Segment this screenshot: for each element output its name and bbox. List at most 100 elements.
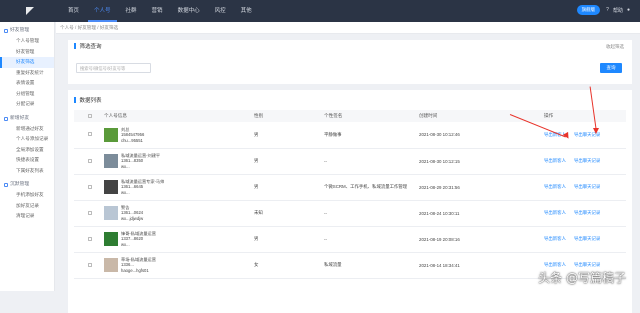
table-row[interactable]: 刘总1584547956chu...95551男平静做事2021-08-30 1… (74, 122, 626, 148)
help-icon[interactable]: ? (606, 7, 609, 13)
top-navbar: 首页个人号社群营销数据中心风控其他 旗舰版 ? 帮助 ● (0, 0, 640, 22)
sidebar-item[interactable]: 好友筛选 (0, 57, 54, 68)
sidebar-item[interactable]: 全局添加设置 (0, 145, 54, 156)
contact-wxid: wx... (121, 242, 130, 247)
nav-item[interactable]: 其他 (235, 0, 258, 22)
table-row[interactable]: 警告1361...0624wx...jdjwdjw 未知--2021-08-24 … (74, 200, 626, 226)
export-chat-records-link[interactable]: 导出聊天记录 (574, 236, 600, 241)
sidebar-group-label: 沉默管理 (10, 180, 29, 190)
sidebar-item[interactable]: 分组管理 (0, 89, 54, 100)
logo[interactable] (0, 0, 50, 22)
user-avatar-icon[interactable]: ● (627, 7, 630, 13)
row-checkbox[interactable] (88, 159, 92, 163)
table-header-cell: 性别 (254, 110, 324, 122)
avatar (104, 154, 118, 168)
help-link[interactable]: 帮助 (613, 7, 623, 14)
nav-item[interactable]: 个人号 (88, 0, 117, 22)
sidebar-group-silent[interactable]: 沉默管理 (0, 180, 54, 190)
select-all-checkbox[interactable] (88, 114, 92, 118)
sidebar: 好友管理 个人号管理好友管理好友筛选重复好友统计表情设置分组管理分配记录 新增好… (0, 22, 55, 291)
row-checkbox[interactable] (88, 132, 92, 136)
breadcrumb: 个人号 / 好友管理 / 好友筛选 (56, 22, 640, 34)
table-row[interactable]: 私域流量运营-刘建平1361...8350wx...男--2021-08-30 … (74, 148, 626, 174)
created-time-cell: 2021-08-30 10:12:46 (419, 122, 544, 148)
sidebar-item[interactable]: 新增通过好友 (0, 124, 54, 135)
signature-cell: 个微SCRM、工作手机、私域流量工作管理 (324, 174, 419, 200)
gender-cell: 未知 (254, 200, 324, 226)
contact-name: 锋哥-私域流量运营 (121, 231, 156, 236)
sidebar-item[interactable]: 好友管理 (0, 47, 54, 58)
nav-item[interactable]: 数据中心 (172, 0, 206, 22)
avatar (104, 232, 118, 246)
sidebar-item[interactable]: 个人号管理 (0, 36, 54, 47)
list-title: 数据列表 (80, 96, 102, 104)
table-row[interactable]: 私域流量运营专家-马帅1361...6645wx...男个微SCRM、工作手机、… (74, 174, 626, 200)
sidebar-group-label: 新增好友 (10, 114, 29, 124)
export-chat-records-link[interactable]: 导出聊天记录 (574, 158, 600, 163)
silent-group-icon (4, 183, 8, 187)
table-header-cell: 个性签名 (324, 110, 419, 122)
gender-cell: 男 (254, 174, 324, 200)
created-time-cell: 2021-08-19 20:08:16 (419, 226, 544, 252)
created-time-cell: 2021-08-29 20:31:56 (419, 174, 544, 200)
sidebar-item[interactable]: 手机添加好友 (0, 190, 54, 201)
export-new-friends-link[interactable]: 导出新客人 (544, 158, 566, 163)
contact-id: 1336... (121, 262, 134, 267)
nav-item[interactable]: 社群 (120, 0, 143, 22)
sidebar-item[interactable]: 清理记录 (0, 211, 54, 222)
collapse-filter-link[interactable]: 收起筛选 (606, 44, 624, 50)
sidebar-group-friends[interactable]: 好友管理 (0, 26, 54, 36)
signature-cell: -- (324, 226, 419, 252)
export-new-friends-link[interactable]: 导出新客人 (544, 210, 566, 215)
row-checkbox[interactable] (88, 185, 92, 189)
search-input[interactable]: 搜索号/微信号/好友号等 (76, 63, 151, 73)
export-new-friends-link[interactable]: 导出新客人 (544, 184, 566, 189)
table-header-cell: 操作 (544, 110, 626, 122)
contact-id: 1361...0624 (121, 210, 143, 215)
export-chat-records-link[interactable]: 导出聊天记录 (574, 210, 600, 215)
avatar (104, 180, 118, 194)
sidebar-item[interactable]: 重复好友统计 (0, 68, 54, 79)
sidebar-group-new-friends[interactable]: 新增好友 (0, 114, 54, 124)
export-new-friends-link[interactable]: 导出新客人 (544, 262, 566, 267)
friends-group-icon (4, 29, 8, 33)
contact-wxid: wx... (121, 164, 130, 169)
gender-cell: 女 (254, 252, 324, 278)
table-header-cell (74, 110, 104, 122)
export-chat-records-link[interactable]: 导出聊天记录 (574, 262, 600, 267)
nav-item[interactable]: 首页 (62, 0, 85, 22)
query-button[interactable]: 查询 (600, 63, 622, 73)
export-chat-records-link[interactable]: 导出聊天记录 (574, 184, 600, 189)
main-content: 个人号 / 好友管理 / 好友筛选 筛选查询 收起筛选 搜索号/微信号/好友号等… (56, 22, 640, 291)
contact-id: 1361...8350 (121, 158, 143, 163)
sidebar-item[interactable]: 下属好友列表 (0, 166, 54, 177)
sidebar-item[interactable]: 快捷表设置 (0, 155, 54, 166)
export-new-friends-link[interactable]: 导出新客人 (544, 236, 566, 241)
row-checkbox[interactable] (88, 237, 92, 241)
created-time-cell: 2021-08-14 18:34:41 (419, 252, 544, 278)
contact-wxid: chu...95551 (121, 138, 143, 143)
nav-item[interactable]: 营销 (146, 0, 169, 22)
sidebar-item[interactable]: 表情设置 (0, 78, 54, 89)
row-checkbox[interactable] (88, 263, 92, 267)
table-row[interactable]: 锋哥-私域流量运营1337...8620wx...男--2021-08-19 2… (74, 226, 626, 252)
annotation-arrowhead-right (593, 128, 599, 134)
contact-name: 警告 (121, 205, 129, 210)
sidebar-item[interactable]: 加好友记录 (0, 201, 54, 212)
friends-table: 个人号信息性别个性签名创建时间操作 刘总1584547956chu...9555… (74, 110, 626, 279)
sidebar-item[interactable]: 个人号添加记录 (0, 134, 54, 145)
gender-cell: 男 (254, 148, 324, 174)
sidebar-item[interactable]: 分配记录 (0, 99, 54, 110)
contact-wxid: wx...jdjwdjw (121, 216, 143, 221)
signature-cell: 平静做事 (324, 122, 419, 148)
contact-id: 1361...6645 (121, 184, 143, 189)
avatar (104, 206, 118, 220)
created-time-cell: 2021-08-24 10:30:11 (419, 200, 544, 226)
avatar (104, 128, 118, 142)
contact-id: 1337...8620 (121, 236, 143, 241)
edition-badge-button[interactable]: 旗舰版 (577, 5, 601, 15)
row-checkbox[interactable] (88, 211, 92, 215)
contact-wxid: wx... (121, 190, 130, 195)
nav-item[interactable]: 风控 (209, 0, 232, 22)
signature-cell: -- (324, 200, 419, 226)
